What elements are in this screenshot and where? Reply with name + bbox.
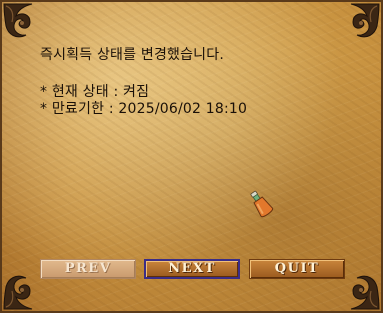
next-button[interactable]: NEXT <box>144 259 240 279</box>
expiry-line: * 만료기한 : 2025/06/02 18:10 <box>40 101 248 117</box>
corner-ornament-icon <box>350 3 380 38</box>
quit-button[interactable]: QUIT <box>249 259 345 279</box>
dialog-panel: 즉시획득 상태를 변경했습니다. * 현재 상태 : 켜짐 * 만료기한 : 2… <box>0 0 383 313</box>
potion-bottle-icon <box>250 190 274 218</box>
dialog-message: 즉시획득 상태를 변경했습니다. <box>40 47 224 63</box>
prev-button[interactable]: PREV <box>40 259 136 279</box>
